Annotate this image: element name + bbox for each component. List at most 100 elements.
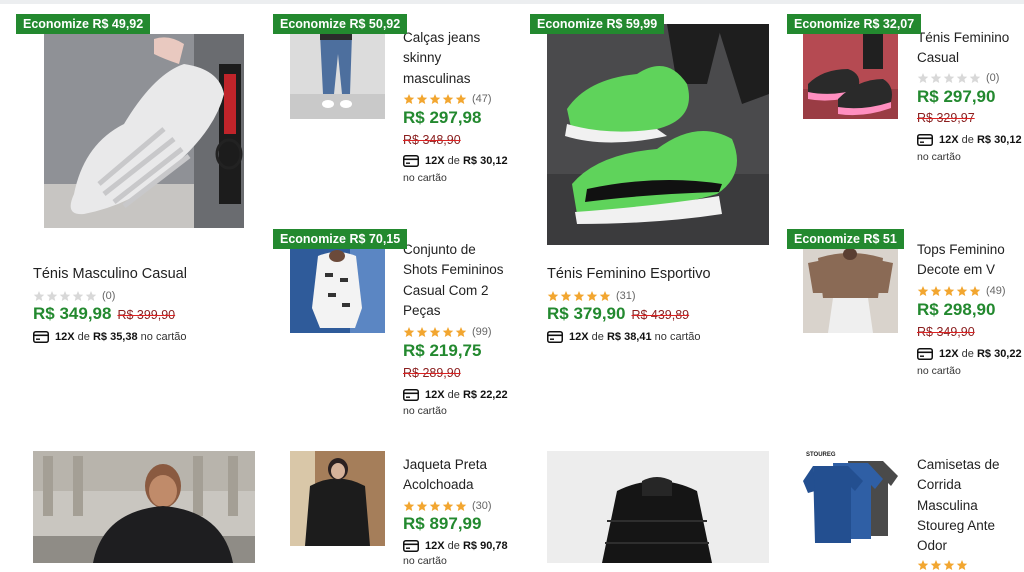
title-line: Decote em V — [917, 262, 996, 278]
star-icon — [930, 72, 942, 84]
product-image[interactable] — [803, 34, 898, 119]
star-icon — [586, 290, 598, 302]
price: R$ 297,90 — [917, 87, 996, 106]
product-image[interactable] — [290, 34, 385, 119]
title-line: Acolchoada — [403, 477, 474, 493]
product-title[interactable]: Ténis Feminino Esportivo — [547, 264, 711, 284]
title-line: Corrida — [917, 477, 962, 493]
product-image-puffer-woman[interactable] — [33, 451, 255, 563]
installments: 12X de R$ 90,78 — [403, 540, 508, 552]
title-line: Stoureg Ante — [917, 517, 996, 533]
discount-badge: Economize R$ 59,99 — [530, 14, 665, 34]
discount-badge: Economize R$ 51 — [787, 229, 904, 249]
star-icon — [72, 290, 84, 302]
product-title[interactable]: Ténis Masculino Casual — [33, 264, 187, 284]
installments-de: de — [961, 134, 974, 146]
rating-stars: (99) — [403, 325, 492, 339]
installments-card-text: no cartão — [403, 172, 447, 184]
product-title[interactable]: Calças jeans skinny masculinas — [403, 28, 480, 89]
star-icon — [599, 290, 611, 302]
installments-qty: 12X — [939, 348, 959, 360]
product-image[interactable] — [290, 451, 385, 546]
installments-de: de — [447, 389, 460, 401]
star-icon — [917, 72, 929, 84]
star-icon — [917, 285, 929, 297]
installments-card-text: no cartão — [140, 331, 187, 343]
rating-stars: (30) — [403, 499, 492, 513]
old-price: R$ 348,90 — [403, 133, 461, 147]
installments-de: de — [447, 540, 460, 552]
product-title[interactable]: Tops Feminino Decote em V — [917, 240, 1005, 281]
star-icon — [560, 290, 572, 302]
star-icon — [956, 72, 968, 84]
title-line: Casual Com 2 — [403, 282, 489, 298]
credit-card-icon — [403, 155, 419, 167]
product-title[interactable]: Jaqueta Preta Acolchoada — [403, 455, 487, 496]
title-line: Masculina — [917, 497, 978, 513]
installments-qty: 12X — [425, 540, 445, 552]
installments-card-text: no cartão — [403, 405, 447, 417]
old-price: R$ 349,90 — [917, 325, 975, 339]
title-line: Tops Feminino — [917, 242, 1005, 257]
title-line: Ténis Feminino — [917, 30, 1010, 45]
discount-badge: Economize R$ 50,92 — [273, 14, 408, 34]
price: R$ 379,90 — [547, 304, 626, 323]
star-icon — [917, 559, 929, 571]
price: R$ 897,99 — [403, 514, 482, 533]
discount-badge: Economize R$ 49,92 — [16, 14, 151, 34]
credit-card-icon — [547, 331, 563, 343]
old-price: R$ 289,90 — [403, 366, 461, 380]
old-price: R$ 329,97 — [917, 111, 975, 125]
star-icon — [930, 559, 942, 571]
star-icon — [416, 326, 428, 338]
star-icon — [956, 285, 968, 297]
star-icon — [442, 93, 454, 105]
installments-value: R$ 38,41 — [606, 331, 652, 343]
installments-card-text: no cartão — [403, 555, 447, 567]
installments-value: R$ 22,22 — [462, 389, 508, 401]
discount-badge: Economize R$ 32,07 — [787, 14, 922, 34]
star-icon — [943, 559, 955, 571]
product-image[interactable] — [803, 451, 898, 546]
star-icon — [547, 290, 559, 302]
product-title[interactable]: Camisetas de Corrida Masculina Stoureg A… — [917, 455, 1000, 556]
title-line: masculinas — [403, 70, 471, 86]
installments-value: R$ 30,12 — [976, 134, 1022, 146]
title-line: Conjunto de — [403, 242, 476, 257]
product-title[interactable]: Conjunto de Shots Femininos Casual Com 2… — [403, 240, 504, 321]
star-icon — [46, 290, 58, 302]
discount-badge: Economize R$ 70,15 — [273, 229, 408, 249]
product-image-black-vest[interactable] — [547, 451, 769, 563]
installments: 12X de R$ 30,12 — [917, 134, 1022, 146]
title-line: Odor — [917, 538, 948, 554]
price: R$ 219,75 — [403, 341, 482, 360]
star-icon — [416, 93, 428, 105]
title-line: Peças — [403, 302, 441, 318]
star-icon — [455, 326, 467, 338]
product-image[interactable] — [290, 248, 385, 333]
installments-de: de — [447, 155, 460, 167]
star-icon — [33, 290, 45, 302]
installments: 12X de R$ 22,22 — [403, 389, 508, 401]
product-image[interactable] — [803, 248, 898, 333]
installments-de: de — [591, 331, 604, 343]
star-icon — [930, 285, 942, 297]
star-icon — [416, 500, 428, 512]
old-price: R$ 399,90 — [117, 308, 176, 322]
star-icon — [403, 500, 415, 512]
rating-stars: (31) — [547, 289, 636, 303]
star-icon — [943, 285, 955, 297]
title-line: skinny — [403, 50, 442, 66]
star-icon — [403, 93, 415, 105]
rating-count: (31) — [616, 290, 636, 302]
product-image[interactable] — [44, 34, 244, 228]
star-icon — [85, 290, 97, 302]
rating-count: (99) — [472, 326, 492, 338]
product-image[interactable] — [547, 24, 769, 245]
product-title[interactable]: Ténis Feminino Casual — [917, 28, 1009, 69]
star-icon — [429, 500, 441, 512]
credit-card-icon — [33, 331, 49, 343]
title-line: Jaqueta Preta — [403, 457, 488, 472]
price: R$ 298,90 — [917, 300, 996, 319]
installments: 12X de R$ 30,22 — [917, 348, 1022, 360]
